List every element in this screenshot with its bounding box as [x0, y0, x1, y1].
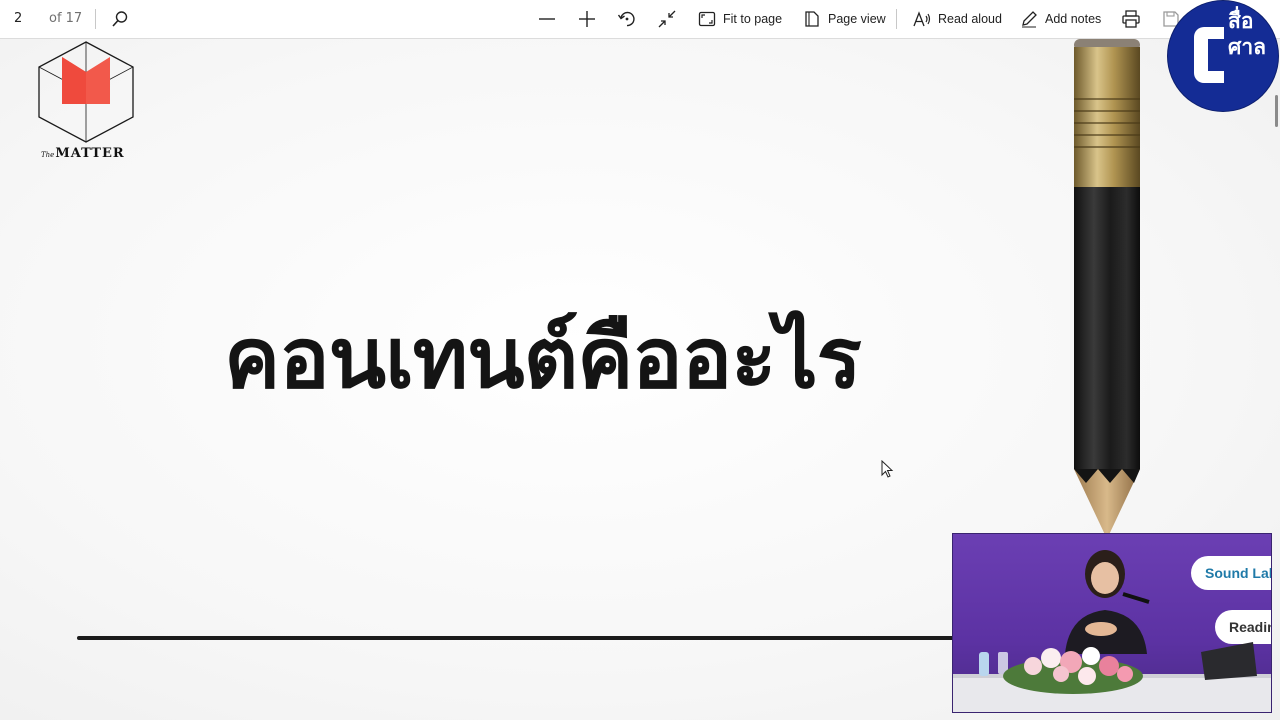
pen-icon — [1022, 11, 1037, 28]
read-aloud-label: Read aloud — [938, 12, 1002, 26]
fit-to-page-button[interactable]: Fit to page — [698, 4, 782, 34]
rotate-button[interactable] — [617, 4, 637, 34]
add-notes-label: Add notes — [1045, 12, 1102, 26]
plus-icon — [579, 11, 595, 27]
page-view-icon — [805, 11, 819, 27]
toolbar-divider — [95, 9, 96, 29]
page-view-label: Page view — [828, 12, 886, 26]
slide-underline — [77, 636, 957, 640]
speaker-scene-illustration — [953, 550, 1271, 712]
logo-wordmark: TheMATTER — [41, 146, 125, 161]
logo-the-text: The — [41, 151, 55, 159]
fit-page-icon — [698, 11, 716, 27]
print-icon — [1122, 10, 1140, 28]
page-total-label: of 17 — [49, 11, 83, 26]
search-button[interactable] — [110, 4, 130, 34]
read-aloud-button[interactable]: Read aloud — [913, 4, 1002, 34]
zoom-out-button[interactable] — [537, 4, 557, 34]
mouse-cursor-icon — [881, 460, 894, 478]
search-icon — [112, 11, 128, 27]
pencil-illustration — [1074, 39, 1140, 539]
fit-to-page-label: Fit to page — [723, 12, 783, 26]
fit-width-button[interactable] — [657, 4, 677, 34]
channel-name-line1: สื่อ — [1228, 9, 1254, 33]
page-number-input[interactable]: 2 — [4, 5, 36, 33]
channel-name: สื่อ ศาล — [1228, 8, 1266, 60]
slide-headline: คอนเทนต์คืออะไร — [224, 308, 862, 407]
add-notes-button[interactable]: Add notes — [1020, 4, 1101, 34]
collapse-arrows-icon — [658, 10, 676, 28]
channel-name-line2: ศาล — [1228, 35, 1266, 59]
logo-name-text: MATTER — [55, 146, 125, 161]
print-button[interactable] — [1121, 4, 1141, 34]
speaker-video-inset: Sound Lab Reading — [952, 533, 1272, 713]
pdf-toolbar: 2 of 17 Fit to page Page view Read aloud… — [0, 0, 1280, 39]
rotate-icon — [617, 11, 635, 27]
scrollbar-thumb[interactable] — [1275, 95, 1278, 127]
toolbar-divider — [896, 9, 897, 29]
page-view-button[interactable]: Page view — [803, 4, 886, 34]
zoom-in-button[interactable] — [577, 4, 597, 34]
read-aloud-icon — [913, 11, 931, 27]
minus-icon — [539, 18, 555, 20]
